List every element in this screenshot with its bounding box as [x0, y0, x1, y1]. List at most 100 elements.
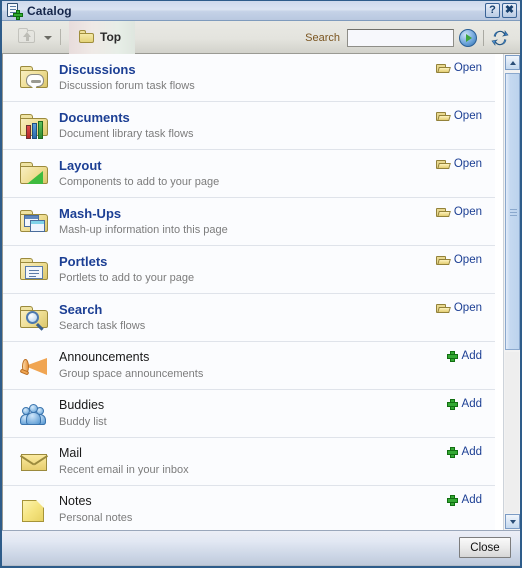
search-input[interactable]: [347, 28, 454, 47]
vertical-scrollbar[interactable]: [503, 54, 520, 530]
catalog-add-icon: [6, 2, 23, 20]
list-item-action[interactable]: Open: [435, 158, 482, 170]
list-item-action-label: Open: [453, 302, 482, 314]
plus-icon: [446, 350, 458, 362]
open-folder-icon: [435, 63, 451, 74]
go-arrow-icon[interactable]: [459, 28, 477, 47]
title-bar-buttons: ? ✖: [485, 3, 517, 18]
list-item-action[interactable]: Open: [435, 110, 482, 122]
list-item-action-label: Open: [453, 206, 482, 218]
list-item[interactable]: Layout Components to add to your page Open: [3, 150, 495, 198]
catalog-list: Discussions Discussion forum task flows Op…: [3, 54, 495, 530]
list-item-text: Notes Personal notes: [59, 494, 495, 525]
buddies-icon: [17, 398, 51, 430]
list-item-action-label: Open: [453, 62, 482, 74]
list-item-text: Documents Document library task flows: [59, 110, 495, 141]
list-item-action-label: Open: [453, 158, 482, 170]
toolbar-separator: [60, 29, 61, 45]
help-icon: ?: [489, 4, 496, 16]
list-item[interactable]: Notes Personal notes Add: [3, 486, 495, 530]
folder-up-icon[interactable]: [16, 26, 38, 48]
list-item-action[interactable]: Open: [435, 62, 482, 74]
list-item-title[interactable]: Portlets: [59, 254, 495, 269]
toolbar-left-group: Top: [2, 20, 136, 54]
list-item-description: Discussion forum task flows: [59, 80, 195, 92]
list-item-action[interactable]: Add: [446, 398, 482, 410]
mail-envelope-icon: [17, 446, 51, 478]
list-item-text: Buddies Buddy list: [59, 398, 495, 429]
list-item-text: Mail Recent email in your inbox: [59, 446, 495, 477]
list-item-title[interactable]: Discussions: [59, 62, 495, 77]
list-item-title: Notes: [59, 494, 92, 508]
scrollbar-track[interactable]: [505, 352, 519, 513]
megaphone-icon: [17, 350, 51, 382]
list-item-description: Personal notes: [59, 512, 133, 524]
chevron-down-icon[interactable]: [41, 26, 55, 48]
list-item-description: Mash-up information into this page: [59, 224, 228, 236]
list-item[interactable]: Mail Recent email in your inbox Add: [3, 438, 495, 486]
list-item-description: Search task flows: [59, 320, 146, 332]
list-item-title[interactable]: Documents: [59, 110, 495, 125]
list-item-title: Mail: [59, 446, 82, 460]
folder-search-icon: [17, 302, 51, 334]
list-item-title[interactable]: Mash-Ups: [59, 206, 495, 221]
breadcrumb-top[interactable]: Top: [69, 20, 136, 54]
list-item-action-label: Add: [461, 398, 482, 410]
list-item-action[interactable]: Add: [446, 446, 482, 458]
list-item-title: Announcements: [59, 350, 150, 364]
list-item[interactable]: Search Search task flows Open: [3, 294, 495, 342]
list-item-text: Mash-Ups Mash-up information into this pa…: [59, 206, 495, 237]
list-item-action[interactable]: Open: [435, 254, 482, 266]
plus-icon: [446, 494, 458, 506]
open-folder-icon: [435, 159, 451, 170]
list-item-description: Portlets to add to your page: [59, 272, 195, 284]
list-item-title[interactable]: Layout: [59, 158, 495, 173]
window-title: Catalog: [27, 3, 72, 18]
list-item[interactable]: Buddies Buddy list Add: [3, 390, 495, 438]
close-window-button[interactable]: ✖: [502, 3, 517, 18]
list-item-text: Discussions Discussion forum task flows: [59, 62, 495, 93]
list-item[interactable]: Discussions Discussion forum task flows Op…: [3, 54, 495, 102]
list-item-action-label: Add: [461, 350, 482, 362]
list-item-action[interactable]: Open: [435, 302, 482, 314]
folder-layout-icon: [17, 158, 51, 190]
list-item-text: Search Search task flows: [59, 302, 495, 333]
close-button[interactable]: Close: [459, 537, 511, 558]
toolbar: Top Search: [2, 20, 520, 54]
list-item-text: Layout Components to add to your page: [59, 158, 495, 189]
open-folder-icon: [435, 303, 451, 314]
toolbar-separator-2: [483, 29, 484, 46]
list-item-description: Buddy list: [59, 416, 107, 428]
list-item[interactable]: Announcements Group space announcements Ad…: [3, 342, 495, 390]
toolbar-search-group: Search: [305, 21, 510, 54]
plus-icon: [446, 446, 458, 458]
scrollbar-thumb[interactable]: [505, 73, 520, 350]
list-item[interactable]: Mash-Ups Mash-up information into this pa…: [3, 198, 495, 246]
folder-documents-icon: [17, 110, 51, 142]
list-item-title[interactable]: Search: [59, 302, 495, 317]
list-item[interactable]: Documents Document library task flows Open: [3, 102, 495, 150]
list-item-action-label: Add: [461, 446, 482, 458]
catalog-dialog: Catalog ? ✖ Top Search Discussions Discu…: [0, 0, 522, 568]
search-label: Search: [305, 31, 340, 44]
open-folder-icon: [435, 207, 451, 218]
list-item-action[interactable]: Add: [446, 494, 482, 506]
list-item-action[interactable]: Open: [435, 206, 482, 218]
catalog-body: Discussions Discussion forum task flows Op…: [2, 54, 520, 530]
list-item-description: Document library task flows: [59, 128, 194, 140]
breadcrumb-label: Top: [100, 30, 122, 44]
list-item-text: Portlets Portlets to add to your page: [59, 254, 495, 285]
note-icon: [17, 494, 51, 526]
list-item-description: Group space announcements: [59, 368, 204, 380]
open-folder-icon: [435, 111, 451, 122]
list-item[interactable]: Portlets Portlets to add to your page Open: [3, 246, 495, 294]
list-item-action[interactable]: Add: [446, 350, 482, 362]
help-button[interactable]: ?: [485, 3, 500, 18]
scroll-up-button[interactable]: [505, 55, 520, 70]
list-item-text: Announcements Group space announcements: [59, 350, 495, 381]
list-item-action-label: Open: [453, 110, 482, 122]
list-item-action-label: Open: [453, 254, 482, 266]
list-item-action-label: Add: [461, 494, 482, 506]
scroll-down-button[interactable]: [505, 514, 520, 529]
refresh-icon[interactable]: [490, 28, 510, 48]
